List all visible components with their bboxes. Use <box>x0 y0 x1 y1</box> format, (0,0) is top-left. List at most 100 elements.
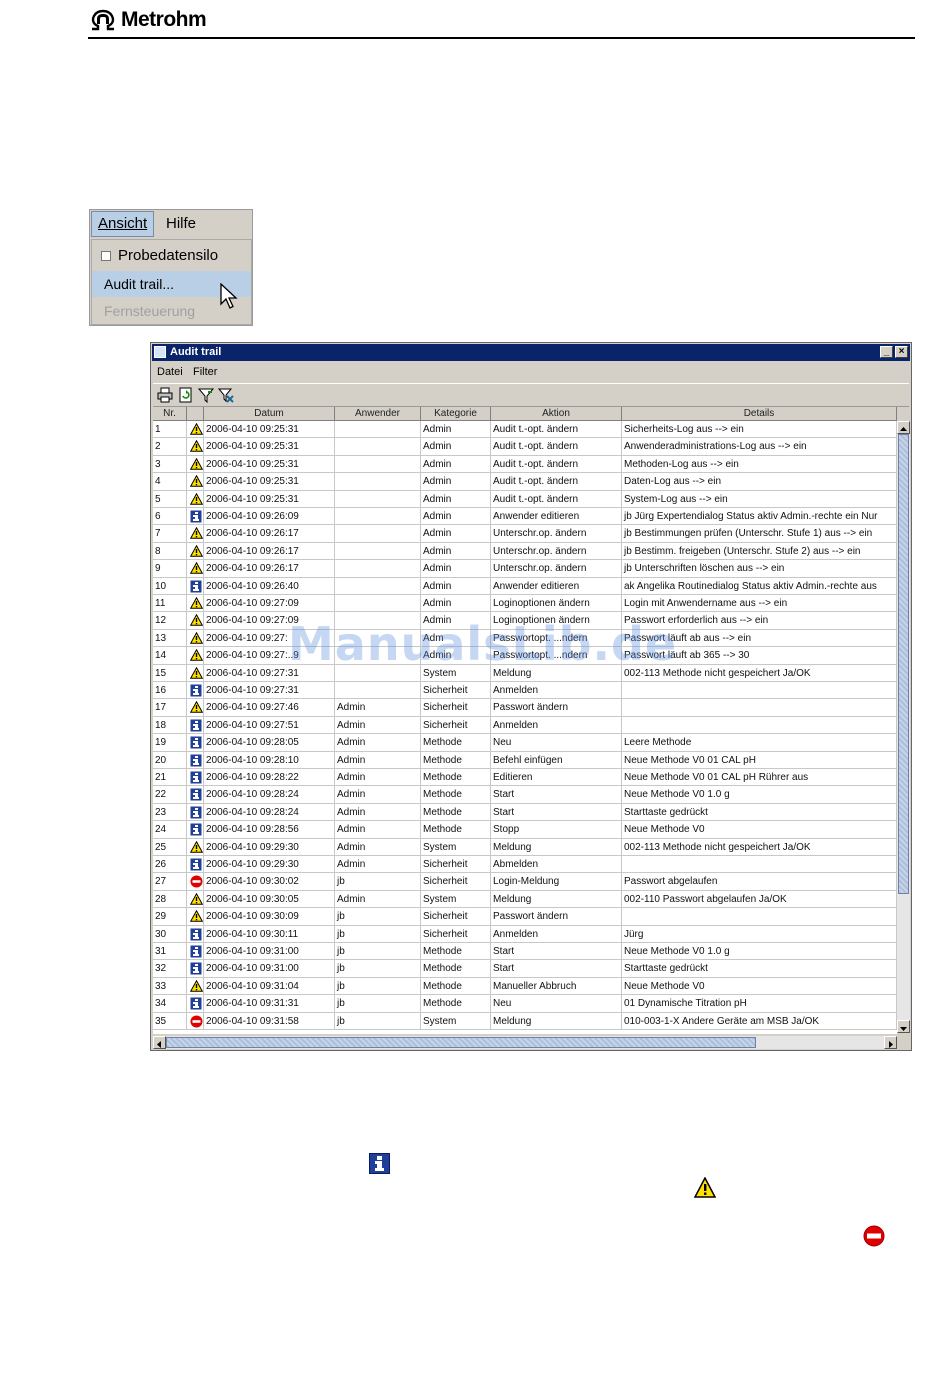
table-row[interactable]: 27 2006-04-10 09:30:02 jb Sicherheit Login-M… <box>153 873 897 891</box>
table-row[interactable]: 11 2006-04-10 09:27:09 Admin Loginoptionen … <box>153 595 897 613</box>
cell-anwender: Admin <box>335 838 421 856</box>
table-row[interactable]: 26 2006-04-10 09:29:30 Admin Sicherheit Abme… <box>153 856 897 874</box>
menu-hilfe[interactable]: Hilfe <box>160 213 202 235</box>
table-row[interactable]: 16 2006-04-10 09:27:31 Sicherheit Anmelden <box>153 682 897 700</box>
close-icon[interactable]: × <box>895 346 908 358</box>
cell-kategorie: Sicherheit <box>421 682 491 699</box>
cell-icon <box>187 856 204 873</box>
menubar: Ansicht Hilfe <box>90 210 252 238</box>
horizontal-scrollbar[interactable] <box>153 1036 897 1049</box>
cell-details <box>622 908 897 926</box>
cell-icon <box>187 786 204 804</box>
table-row[interactable]: 19 2006-04-10 09:28:05 Admin Methode Neu Leer… <box>153 734 897 752</box>
table-row[interactable]: 30 2006-04-10 09:30:11 jb Sicherheit Anmelde… <box>153 925 897 943</box>
scroll-down-arrow-icon[interactable] <box>897 1020 910 1033</box>
cell-icon <box>187 455 204 473</box>
vertical-scrollbar[interactable] <box>897 421 910 1033</box>
col-header-aktion[interactable]: Aktion <box>491 407 622 421</box>
table-row[interactable]: 4 2006-04-10 09:25:31 Admin Audit t.-opt. ä… <box>153 473 897 491</box>
table-row[interactable]: 6 2006-04-10 09:26:09 Admin Anwender editie… <box>153 508 897 526</box>
table-row[interactable]: 20 2006-04-10 09:28:10 Admin Methode Befehl … <box>153 751 897 769</box>
scroll-up-arrow-icon[interactable] <box>897 421 910 434</box>
table-row[interactable]: 9 2006-04-10 09:26:17 Admin Unterschr.op. ä… <box>153 560 897 578</box>
menu-item-probedatensilo[interactable]: Probedatensilo <box>92 243 251 269</box>
table-row[interactable]: 29 2006-04-10 09:30:09 jb Sicherheit Passwor… <box>153 908 897 926</box>
table-row[interactable]: 35 2006-04-10 09:31:58 jb System Meldung 010-… <box>153 1012 897 1030</box>
table-row[interactable]: 13 2006-04-10 09:27: Adm Passwortopt. ...nd… <box>153 629 897 648</box>
table-row[interactable]: 5 2006-04-10 09:25:31 Admin Audit t.-opt. ä… <box>153 490 897 508</box>
menu-screenshot: Ansicht Hilfe Probedatensilo Audit trail… <box>89 209 253 326</box>
table-row[interactable]: 34 2006-04-10 09:31:31 jb Methode Neu 01 Dyna… <box>153 995 897 1013</box>
table-row[interactable]: 15 2006-04-10 09:27:31 System Meldung 002-11… <box>153 664 897 682</box>
cell-nr: 11 <box>153 595 187 612</box>
cell-kategorie: Sicherheit <box>421 908 491 926</box>
warning-icon <box>189 457 203 473</box>
table-row[interactable]: 14 2006-04-10 09:27:..9 Admin Passwortopt. … <box>153 647 897 665</box>
cell-nr: 19 <box>153 734 187 752</box>
table-row[interactable]: 31 2006-04-10 09:31:00 jb Methode Start Neue … <box>153 943 897 961</box>
cell-kategorie: System <box>421 1012 491 1030</box>
cell-datum: 2006-04-10 09:30:02 <box>204 873 335 891</box>
table-row[interactable]: 23 2006-04-10 09:28:24 Admin Methode Start St… <box>153 803 897 822</box>
vertical-scroll-thumb[interactable] <box>898 434 909 894</box>
menu-filter[interactable]: Filter <box>193 362 217 382</box>
table-row[interactable]: 3 2006-04-10 09:25:31 Admin Audit t.-opt. ä… <box>153 455 897 474</box>
cell-nr: 20 <box>153 751 187 769</box>
cell-anwender <box>335 525 421 543</box>
cell-anwender: Admin <box>335 803 421 821</box>
table-row[interactable]: 17 2006-04-10 09:27:46 Admin Sicherheit Pass… <box>153 699 897 717</box>
col-header-icon[interactable] <box>187 407 204 421</box>
refresh-icon[interactable] <box>178 387 194 403</box>
table-row[interactable]: 8 2006-04-10 09:26:17 Admin Unterschr.op. ä… <box>153 542 897 561</box>
table-row[interactable]: 2 2006-04-10 09:25:31 Admin Audit t.-opt. ä… <box>153 438 897 456</box>
cell-icon <box>187 803 204 821</box>
checkbox-icon[interactable] <box>101 251 111 261</box>
cell-kategorie: Methode <box>421 977 491 995</box>
table-row[interactable]: 7 2006-04-10 09:26:17 Admin Unterschr.op. ä… <box>153 525 897 543</box>
col-header-details[interactable]: Details <box>622 407 897 421</box>
table-row[interactable]: 33 2006-04-10 09:31:04 jb Methode Manueller … <box>153 977 897 996</box>
table-row[interactable]: 22 2006-04-10 09:28:24 Admin Methode Start Ne… <box>153 786 897 804</box>
cell-aktion: Audit t.-opt. ändern <box>491 455 622 473</box>
scroll-left-arrow-icon[interactable] <box>153 1036 166 1049</box>
col-header-kategorie[interactable]: Kategorie <box>421 407 491 421</box>
col-header-nr[interactable]: Nr. <box>153 407 187 421</box>
col-header-datum[interactable]: Datum <box>204 407 335 421</box>
cell-nr: 3 <box>153 455 187 473</box>
table-row[interactable]: 24 2006-04-10 09:28:56 Admin Methode Stopp Ne… <box>153 821 897 839</box>
col-header-anwender[interactable]: Anwender <box>335 407 421 421</box>
cell-datum: 2006-04-10 09:26:17 <box>204 525 335 543</box>
cell-aktion: Passwortopt. ...ndern <box>491 629 622 647</box>
minimize-icon[interactable]: _ <box>880 346 893 358</box>
cell-aktion: Passwortopt. ...ndern <box>491 647 622 665</box>
horizontal-scroll-thumb[interactable] <box>166 1037 756 1048</box>
cell-aktion: Audit t.-opt. ändern <box>491 421 622 438</box>
scroll-right-arrow-icon[interactable] <box>884 1036 897 1049</box>
cell-datum: 2006-04-10 09:27:31 <box>204 664 335 682</box>
table-row[interactable]: 28 2006-04-10 09:30:05 Admin System Meldung 0… <box>153 890 897 909</box>
table-row[interactable]: 32 2006-04-10 09:31:00 jb Methode Start Start… <box>153 960 897 978</box>
warning-icon <box>189 666 203 682</box>
menu-ansicht[interactable]: Ansicht <box>91 211 155 237</box>
warning-icon <box>189 440 203 455</box>
table-row[interactable]: 21 2006-04-10 09:28:22 Admin Methode Editier… <box>153 769 897 787</box>
cell-anwender <box>335 682 421 699</box>
table-row[interactable]: 18 2006-04-10 09:27:51 Admin Sicherheit Anme… <box>153 716 897 735</box>
cell-kategorie: Sicherheit <box>421 873 491 891</box>
cell-nr: 16 <box>153 682 187 699</box>
table-row[interactable]: 12 2006-04-10 09:27:09 Admin Loginoptionen … <box>153 612 897 630</box>
cell-icon <box>187 1012 204 1030</box>
info-icon <box>190 962 202 977</box>
cell-aktion: Meldung <box>491 1012 622 1030</box>
clear-filter-icon[interactable] <box>218 387 234 403</box>
cell-aktion: Meldung <box>491 890 622 908</box>
table-row[interactable]: 25 2006-04-10 09:29:30 Admin System Meldung 0… <box>153 838 897 856</box>
print-icon[interactable] <box>157 387 173 403</box>
filter-icon[interactable] <box>198 387 214 403</box>
cell-datum: 2006-04-10 09:28:10 <box>204 751 335 769</box>
table-row[interactable]: 1 2006-04-10 09:25:31 Admin Audit t.-opt. ä… <box>153 421 897 439</box>
table-row[interactable]: 10 2006-04-10 09:26:40 Admin Anwender editi… <box>153 577 897 595</box>
menu-datei[interactable]: Datei <box>157 362 183 382</box>
cell-icon <box>187 647 204 665</box>
window-icon <box>154 346 166 358</box>
